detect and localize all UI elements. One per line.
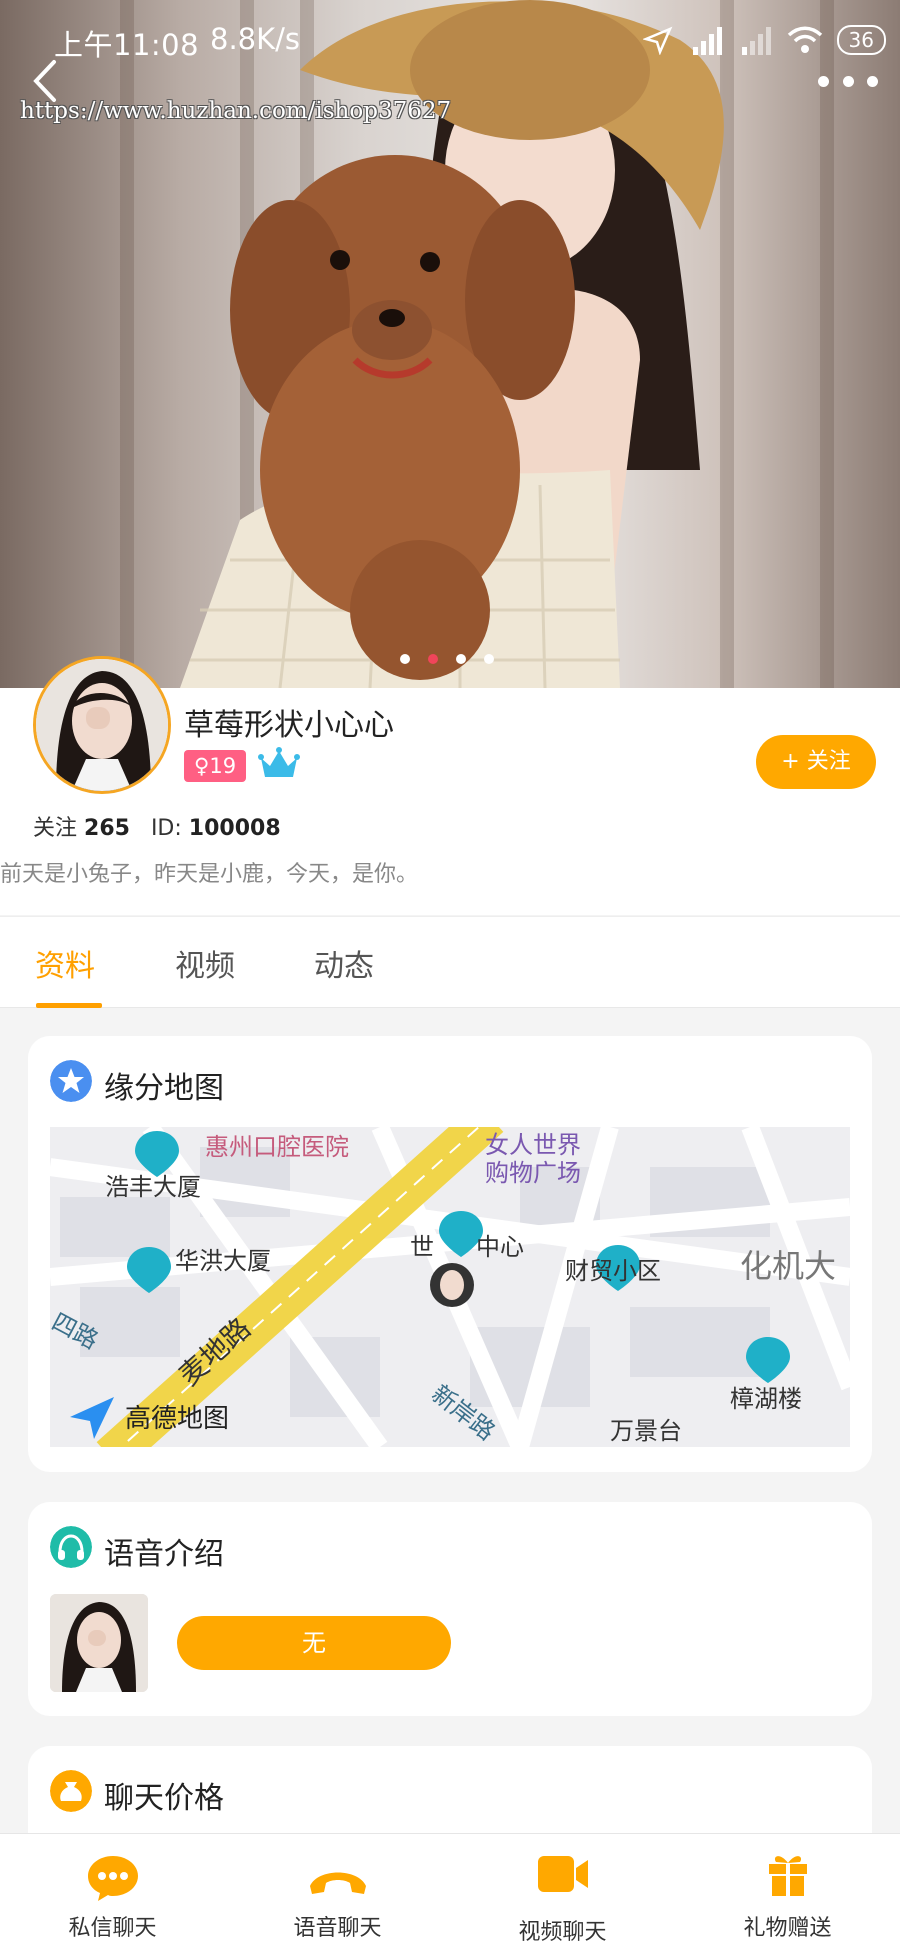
gender-age-badge: ♀19 [184, 750, 247, 782]
chevron-left-icon [33, 60, 56, 102]
bottom-action-bar: 私信聊天 语音聊天 视频聊天 礼物赠送 [0, 1833, 900, 1950]
video-chat-button[interactable]: 视频聊天 [450, 1834, 675, 1950]
private-chat-button[interactable]: 私信聊天 [0, 1834, 225, 1950]
video-camera-icon [537, 1856, 588, 1892]
signal-hd-icon [692, 27, 722, 55]
voice-avatar [50, 1594, 148, 1692]
map-label: 中心 [476, 1234, 524, 1261]
age-value: 19 [209, 754, 237, 778]
battery-indicator: 36 [836, 25, 886, 55]
tab-profile-info[interactable]: 资料 [35, 941, 95, 985]
nav-label: 礼物赠送 [743, 1916, 832, 1941]
headphones-icon [50, 1526, 92, 1568]
map-label: 世 [410, 1234, 434, 1261]
location-arrow-icon [642, 26, 672, 55]
more-button[interactable] [818, 68, 878, 94]
profile-stats: 关注 265 ID: 100008 [33, 810, 281, 842]
money-bag-icon [50, 1770, 92, 1812]
watermark-text: https://www.huzhan.com/ishop37627 [20, 98, 452, 124]
profile-photo-carousel[interactable]: 上午11:08 8.8K/s 36 https://www.huzhan.com… [0, 0, 900, 688]
carousel-dot [456, 654, 466, 664]
profile-tabs: 资料 视频 动态 [0, 916, 900, 1008]
carousel-dot [400, 654, 410, 664]
avatar-image [36, 659, 168, 791]
voice-intro-card: 语音介绍 无 [28, 1502, 872, 1716]
voice-chat-button[interactable]: 语音聊天 [225, 1834, 450, 1950]
chat-bubble-icon [87, 1856, 138, 1901]
map-view[interactable]: 惠州口腔医院 女人世界 购物广场 浩丰大厦 华洪大厦 世 中心 财贸小区 化机大… [50, 1127, 850, 1447]
nav-label: 视频聊天 [518, 1920, 607, 1945]
follow-label: 关注 [33, 816, 78, 841]
map-label: 化机大 [740, 1248, 836, 1284]
nav-label: 语音聊天 [293, 1916, 382, 1941]
follow-button[interactable]: + 关注 [756, 735, 876, 789]
map-label: 女人世界 [485, 1132, 581, 1159]
map-label: 万景台 [610, 1418, 682, 1445]
carousel-dot [484, 654, 494, 664]
nickname: 草莓形状小心心 [184, 708, 394, 743]
female-icon: ♀ [194, 754, 210, 778]
map-label: 财贸小区 [565, 1258, 661, 1285]
map-label: 惠州口腔医院 [205, 1134, 349, 1161]
nav-label: 私信聊天 [68, 1916, 157, 1941]
crown-icon [258, 747, 300, 777]
card-title: 聊天价格 [104, 1781, 224, 1816]
profile-info: 草莓形状小心心 ♀19 + 关注 关注 265 ID: 100008 前天是小兔… [0, 656, 900, 915]
phone-icon [309, 1872, 366, 1894]
card-title: 语音介绍 [104, 1537, 224, 1572]
tab-videos[interactable]: 视频 [175, 941, 235, 985]
avatar[interactable] [33, 656, 171, 794]
gift-icon [768, 1856, 807, 1896]
id-label: ID: [150, 816, 182, 841]
fate-map-card: 缘分地图 惠州口腔医院 女人世界 购物广场 浩丰大厦 华洪大厦 世 中心 财贸小… [28, 1036, 872, 1472]
avatar-image [50, 1594, 148, 1692]
user-id: 100008 [188, 816, 281, 841]
star-badge-icon [50, 1060, 92, 1102]
map-brand: 高德地图 [125, 1403, 229, 1433]
network-speed: 8.8K/s [210, 22, 301, 56]
carousel-indicator [400, 654, 494, 664]
map-label: 华洪大厦 [175, 1248, 271, 1275]
status-bar: 上午11:08 8.8K/s 36 [0, 0, 900, 80]
status-time: 上午11:08 [54, 28, 200, 62]
status-icons: 36 [642, 20, 886, 60]
map-label: 购物广场 [485, 1160, 581, 1187]
active-tab-indicator [36, 1003, 102, 1008]
voice-play-button[interactable]: 无 [177, 1616, 451, 1670]
card-title: 缘分地图 [104, 1071, 224, 1106]
wifi-icon [787, 26, 822, 53]
signal-weak-icon [741, 27, 771, 55]
follow-count: 265 [84, 816, 130, 841]
map-image: 惠州口腔医院 女人世界 购物广场 浩丰大厦 华洪大厦 世 中心 财贸小区 化机大… [50, 1127, 850, 1447]
tab-moments[interactable]: 动态 [314, 941, 374, 985]
gift-button[interactable]: 礼物赠送 [675, 1834, 900, 1950]
bio-text: 前天是小兔子，昨天是小鹿，今天，是你。 [0, 862, 419, 887]
map-label: 樟湖楼 [730, 1386, 802, 1413]
carousel-dot-active [428, 654, 438, 664]
map-label: 浩丰大厦 [105, 1174, 201, 1201]
